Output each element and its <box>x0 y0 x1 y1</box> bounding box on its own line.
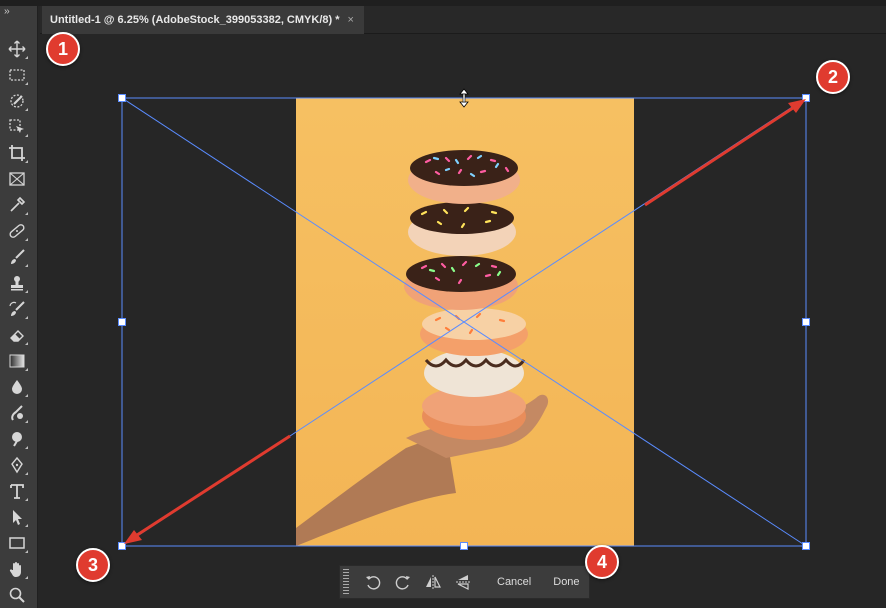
done-button[interactable]: Done <box>545 570 587 594</box>
type-icon <box>10 484 24 499</box>
annotation-marker-3: 3 <box>76 548 110 582</box>
rect-marquee-icon <box>9 69 25 81</box>
zoom-tool[interactable] <box>6 584 28 606</box>
rotate-ccw-button[interactable] <box>361 570 385 594</box>
document-tab-title: Untitled-1 @ 6.25% (AdobeStock_399053382… <box>50 14 340 26</box>
tools-panel: ›› <box>0 6 38 608</box>
move-tool[interactable] <box>6 38 28 60</box>
donut-stack-photo <box>296 98 634 546</box>
transform-options-bar: Cancel Done <box>339 565 590 599</box>
blur-tool[interactable] <box>6 376 28 398</box>
hand-tool[interactable] <box>6 558 28 580</box>
handle-bottom-right[interactable] <box>802 542 810 550</box>
handle-bottom-left[interactable] <box>118 542 126 550</box>
frame-icon <box>9 172 25 186</box>
hand-icon <box>9 562 21 577</box>
brush-icon <box>11 249 25 264</box>
eraser-tool[interactable] <box>6 324 28 346</box>
annotation-marker-1: 1 <box>46 32 80 66</box>
eraser-icon <box>10 330 24 342</box>
gradient-icon <box>9 354 25 368</box>
annotation-marker-4: 4 <box>585 545 619 579</box>
stamp-icon <box>11 276 23 291</box>
marquee-tool[interactable] <box>6 64 28 86</box>
crop-tool[interactable] <box>6 142 28 164</box>
quick-selection-icon <box>10 94 24 108</box>
frame-tool[interactable] <box>6 168 28 190</box>
flip-horizontal-button[interactable] <box>421 570 445 594</box>
handle-top-left[interactable] <box>118 94 126 102</box>
magnifier-icon <box>9 587 25 603</box>
drop-icon <box>12 380 22 394</box>
pen-tool[interactable] <box>6 454 28 476</box>
brush-tool[interactable] <box>6 246 28 268</box>
rectangle-icon <box>9 537 25 549</box>
collapse-panel-icon[interactable]: ›› <box>4 6 10 17</box>
flip-vertical-button[interactable] <box>451 570 475 594</box>
bandage-icon <box>9 224 25 238</box>
drag-grip-icon[interactable] <box>343 569 349 595</box>
handle-middle-left[interactable] <box>118 318 126 326</box>
rotate-cw-button[interactable] <box>391 570 415 594</box>
move-icon <box>8 40 26 58</box>
document-tab[interactable]: Untitled-1 @ 6.25% (AdobeStock_399053382… <box>42 6 364 34</box>
healing-brush-tool[interactable] <box>6 220 28 242</box>
handle-middle-right[interactable] <box>802 318 810 326</box>
flip-vertical-icon <box>456 575 470 590</box>
object-selection-tool[interactable] <box>6 116 28 138</box>
arrow-icon <box>13 510 22 525</box>
smudge-tool[interactable] <box>6 402 28 424</box>
gradient-tool[interactable] <box>6 350 28 372</box>
rotate-ccw-icon <box>366 576 381 590</box>
eyedropper-icon <box>10 196 26 212</box>
smudge-icon <box>11 405 23 421</box>
history-brush-icon <box>9 301 25 316</box>
document-tab-bar: Untitled-1 @ 6.25% (AdobeStock_399053382… <box>40 6 886 34</box>
clone-stamp-tool[interactable] <box>6 272 28 294</box>
pen-icon <box>11 456 23 474</box>
type-tool[interactable] <box>6 480 28 502</box>
object-selection-icon <box>9 119 24 133</box>
crop-icon <box>9 145 25 161</box>
rectangle-tool[interactable] <box>6 532 28 554</box>
dodge-tool[interactable] <box>6 428 28 450</box>
rotate-cw-icon <box>395 576 410 590</box>
quick-selection-tool[interactable] <box>6 90 28 112</box>
history-brush-tool[interactable] <box>6 298 28 320</box>
donut-stack-image <box>296 150 549 546</box>
annotation-marker-2: 2 <box>816 60 850 94</box>
cancel-button[interactable]: Cancel <box>489 570 539 594</box>
handle-bottom-middle[interactable] <box>460 542 468 550</box>
close-icon[interactable]: × <box>348 14 354 26</box>
eyedropper-tool[interactable] <box>6 194 28 216</box>
dodge-icon <box>12 432 22 447</box>
path-selection-tool[interactable] <box>6 506 28 528</box>
flip-horizontal-icon <box>426 575 441 589</box>
handle-top-right[interactable] <box>802 94 810 102</box>
